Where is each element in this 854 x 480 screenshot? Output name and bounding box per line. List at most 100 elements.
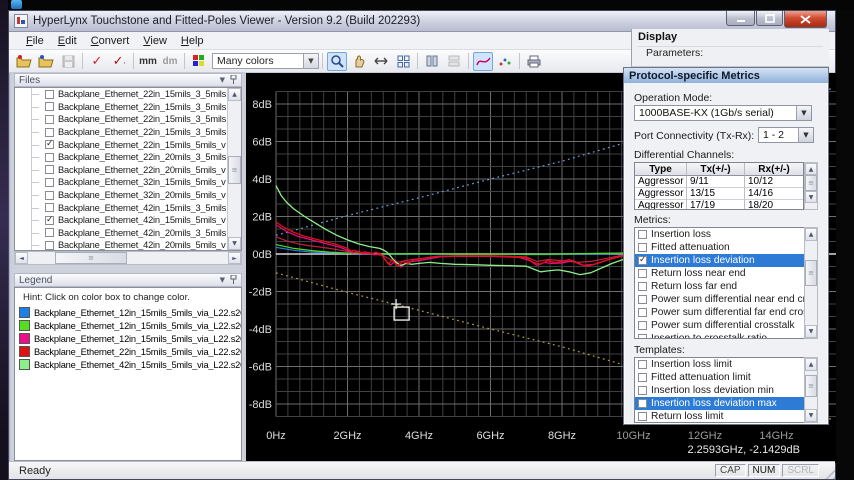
metric-option-checkbox[interactable] — [638, 308, 647, 317]
file-item[interactable]: Backplane_Ethernet_42in_20mils_5mils_v — [15, 239, 241, 250]
file-item[interactable]: Backplane_Ethernet_42in_15mils_5mils_v — [15, 213, 241, 227]
legend-color-swatch[interactable] — [19, 320, 30, 331]
file-checkbox[interactable] — [45, 228, 54, 238]
operation-mode-combo[interactable]: 1000BASE-KX (1Gb/s serial) ▼ — [634, 105, 812, 121]
check-compare-button[interactable]: ✓, — [109, 52, 129, 71]
fit-width-button[interactable] — [371, 52, 391, 71]
files-panel-header[interactable]: Files ▼ — [14, 73, 242, 87]
check-red-button[interactable]: ✓ — [87, 52, 107, 71]
metric-option[interactable]: Power sum differential near end crosstal… — [635, 293, 817, 306]
zoom-tool-button[interactable] — [327, 51, 347, 71]
print-button[interactable] — [524, 52, 544, 71]
metric-option-checkbox[interactable] — [638, 255, 647, 265]
scroll-up-icon[interactable]: ▲ — [228, 88, 241, 101]
pin-icon[interactable] — [230, 274, 237, 286]
metric-option[interactable]: Return loss near end — [635, 267, 817, 280]
template-option[interactable]: Insertion loss deviation min — [635, 384, 817, 397]
menu-view[interactable]: View — [136, 34, 174, 48]
maximize-button[interactable] — [756, 11, 783, 26]
file-item[interactable]: Backplane_Ethernet_22in_15mils_3_5mils — [15, 125, 241, 139]
layout-columns-button[interactable] — [422, 52, 442, 71]
data-points-button[interactable] — [495, 52, 515, 71]
legend-panel-header[interactable]: Legend ▼ — [14, 273, 242, 287]
templates-scrollbar[interactable]: ▲ ≡ ▼ — [804, 357, 818, 423]
metric-option-checkbox[interactable] — [638, 321, 647, 330]
file-item[interactable]: Backplane_Ethernet_22in_15mils_3_5mils — [15, 113, 241, 126]
color-palette-button[interactable] — [189, 52, 209, 71]
metrics-scrollbar[interactable]: ▲ ≡ ▼ — [804, 227, 818, 339]
metric-option[interactable]: Power sum differential crosstalk — [635, 319, 817, 332]
file-item[interactable]: Backplane_Ethernet_22in_15mils_3_5mils — [15, 88, 241, 101]
files-scroll-thumb[interactable]: ≡ — [228, 156, 241, 184]
templates-scroll-thumb[interactable]: ≡ — [805, 375, 817, 397]
minimize-button[interactable] — [726, 11, 755, 26]
file-checkbox[interactable] — [45, 114, 54, 124]
template-option[interactable]: Fitted attenuation limit — [635, 371, 817, 384]
file-item[interactable]: Backplane_Ethernet_42in_15mils_3_5mils — [15, 201, 241, 214]
combo-dropdown-arrow-icon[interactable]: ▼ — [796, 106, 811, 120]
resize-grip[interactable] — [822, 466, 835, 479]
template-option[interactable]: Insertion loss deviation max — [635, 397, 817, 410]
color-scheme-combo[interactable]: Many colors ▼ — [212, 53, 319, 69]
files-list[interactable]: Backplane_Ethernet_22in_15mils_3_5mils Ba… — [14, 87, 242, 251]
file-item[interactable]: Backplane_Ethernet_32in_15mils_5mils_v — [15, 176, 241, 189]
template-option[interactable]: Return loss limit — [635, 410, 817, 422]
file-checkbox[interactable] — [45, 240, 54, 250]
pin-icon[interactable] — [230, 74, 237, 86]
files-horizontal-scrollbar[interactable]: ◄ ≡ ► — [14, 251, 242, 265]
dm-units-button[interactable]: dm — [160, 52, 180, 71]
template-option[interactable]: Insertion loss limit — [635, 358, 817, 371]
menu-help[interactable]: Help — [174, 34, 211, 48]
file-item[interactable]: Backplane_Ethernet_22in_15mils_5mils_v — [15, 138, 241, 151]
file-checkbox[interactable] — [45, 203, 54, 213]
channels-row[interactable]: Aggressor 13/15 14/16 — [635, 188, 803, 200]
template-option-checkbox[interactable] — [638, 412, 647, 421]
metric-option-checkbox[interactable] — [638, 243, 647, 252]
legend-color-swatch[interactable] — [19, 346, 30, 357]
metric-option[interactable]: Fitted attenuation — [635, 241, 817, 254]
template-option-checkbox[interactable] — [638, 373, 647, 382]
file-checkbox[interactable] — [45, 152, 54, 162]
metric-option-checkbox[interactable] — [638, 334, 647, 338]
color-scheme-value[interactable]: Many colors — [212, 53, 304, 69]
fit-all-button[interactable] — [393, 52, 413, 71]
differential-channels-table[interactable]: Type Tx(+/-) Rx(+/-) Aggressor 9/11 10/12 Aggr… — [634, 162, 804, 210]
files-hscroll-thumb[interactable]: ≡ — [55, 252, 127, 264]
open-touchstone-button[interactable] — [14, 52, 34, 71]
file-item[interactable]: Backplane_Ethernet_22in_15mils_3_5mils — [15, 100, 241, 114]
channels-scrollbar[interactable]: ▲ ≡ ▼ — [804, 162, 818, 210]
scroll-down-icon[interactable]: ▼ — [805, 325, 817, 338]
close-button[interactable] — [784, 11, 827, 28]
file-item[interactable]: Backplane_Ethernet_22in_20mils_5mils_v — [15, 163, 241, 177]
open-fitted-poles-button[interactable] — [36, 52, 56, 71]
metrics-scroll-thumb[interactable]: ≡ — [805, 260, 817, 286]
metric-option[interactable]: Insertion to crosstalk ratio — [635, 332, 817, 338]
scroll-left-icon[interactable]: ◄ — [15, 252, 28, 264]
pan-tool-button[interactable] — [349, 52, 369, 71]
combo-dropdown-arrow-icon[interactable]: ▼ — [798, 128, 813, 142]
scroll-up-icon[interactable]: ▲ — [805, 358, 817, 371]
chevron-down-icon[interactable]: ▼ — [220, 76, 225, 84]
menu-convert[interactable]: Convert — [84, 34, 137, 48]
channels-scroll-thumb[interactable]: ≡ — [805, 175, 817, 191]
menu-file[interactable]: File — [19, 34, 51, 48]
metric-option-checkbox[interactable] — [638, 282, 647, 291]
metric-option-checkbox[interactable] — [638, 230, 647, 239]
metrics-list[interactable]: Insertion loss Fitted attenuation Insertio… — [634, 227, 818, 339]
channels-row[interactable]: Aggressor 17/19 18/20 — [635, 200, 803, 209]
legend-color-swatch[interactable] — [19, 307, 30, 318]
smooth-curve-button[interactable] — [473, 51, 493, 71]
templates-list[interactable]: Insertion loss limit Fitted attenuation l… — [634, 357, 818, 423]
channels-row[interactable]: Aggressor 9/11 10/12 — [635, 176, 803, 188]
save-button[interactable] — [58, 52, 78, 71]
file-item[interactable]: Backplane_Ethernet_42in_20mils_3_5mils — [15, 226, 241, 240]
file-checkbox[interactable] — [45, 89, 54, 99]
metric-option-checkbox[interactable] — [638, 295, 647, 304]
chevron-down-icon[interactable]: ▼ — [220, 276, 225, 284]
template-option-checkbox[interactable] — [638, 360, 647, 369]
menu-edit[interactable]: Edit — [51, 34, 84, 48]
file-checkbox[interactable] — [45, 165, 54, 175]
metric-option[interactable]: Insertion loss — [635, 228, 817, 241]
files-vertical-scrollbar[interactable]: ▲ ≡ ▼ — [227, 88, 241, 250]
scroll-up-icon[interactable]: ▲ — [805, 163, 817, 175]
